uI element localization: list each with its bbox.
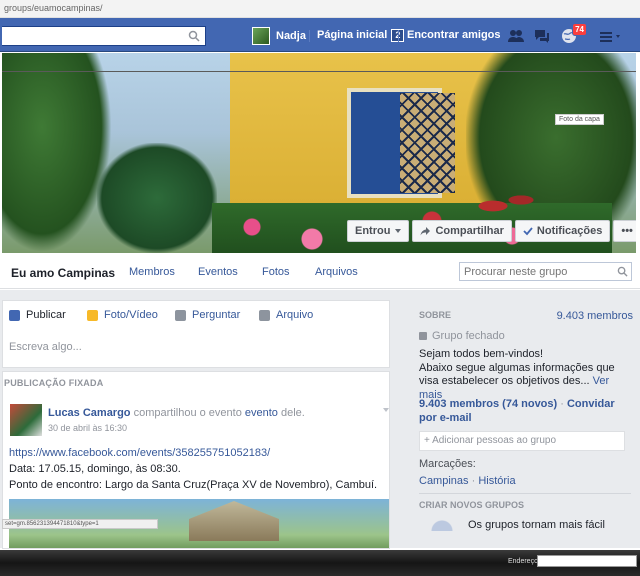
- description-line: Sejam todos bem-vindos!: [419, 348, 544, 360]
- group-name[interactable]: Eu amo Campinas: [11, 266, 115, 280]
- member-stats: 9.403 membros (74 novos) · Convidar por …: [419, 398, 615, 424]
- nav-divider: [309, 30, 310, 42]
- tab-events[interactable]: Eventos: [198, 266, 238, 278]
- create-groups-text: Os grupos tornam mais fácil: [468, 519, 605, 531]
- check-icon: [523, 227, 533, 236]
- more-icon: •••: [621, 225, 633, 237]
- joined-label: Entrou: [355, 225, 391, 237]
- joined-button[interactable]: Entrou: [347, 220, 410, 242]
- tab-files[interactable]: Arquivos: [315, 266, 358, 278]
- lock-icon: [419, 332, 427, 340]
- os-taskbar: Endereço: [0, 550, 640, 576]
- notifications-settings-button[interactable]: Notificações: [514, 220, 611, 242]
- post-action-text: compartilhou o evento: [133, 407, 242, 419]
- group-search-input[interactable]: [464, 265, 609, 278]
- member-count-link[interactable]: 9.403 membros: [557, 310, 633, 322]
- top-navigation-bar: Nadja Página inicial2 Encontrar amigos 7…: [0, 18, 640, 52]
- taskbar-address-input[interactable]: [537, 555, 637, 567]
- browser-url-bar[interactable]: groups/euamocampinas/: [0, 0, 640, 18]
- add-people-input[interactable]: + Adicionar pessoas ao grupo: [419, 431, 625, 451]
- tab-photos[interactable]: Fotos: [262, 266, 290, 278]
- cover-window-grille: [400, 93, 455, 193]
- new-members-link[interactable]: (74 novos): [502, 398, 557, 410]
- post-text-line: Data: 17.05.15, domingo, às 08:30.: [9, 463, 181, 475]
- tag-link[interactable]: História: [478, 475, 515, 487]
- notifications-count-badge: 74: [572, 23, 587, 36]
- cover-wire: [2, 71, 636, 72]
- user-name: Nadja: [276, 30, 306, 42]
- address-label: Endereço: [508, 558, 538, 565]
- post-timestamp[interactable]: 30 de abril às 16:30: [48, 423, 127, 433]
- file-icon: [259, 309, 270, 321]
- group-search-field[interactable]: [459, 262, 632, 281]
- composer-tab-photo-video[interactable]: Foto/Vídeo: [87, 309, 158, 321]
- group-description: Sejam todos bem-vindos! Abaixo segue alg…: [419, 348, 631, 402]
- tags-list: Campinas · História: [419, 475, 516, 487]
- pinned-section-label: PUBLICAÇÃO FIXADA: [4, 378, 104, 388]
- about-heading: SOBRE: [419, 310, 452, 320]
- privacy-label: Grupo fechado: [432, 330, 505, 342]
- cover-mushrooms: [472, 188, 542, 218]
- home-link[interactable]: Página inicial2: [317, 29, 405, 42]
- tab-members[interactable]: Membros: [129, 266, 175, 278]
- composer-tab-post-label: Publicar: [26, 309, 66, 321]
- find-friends-link[interactable]: Encontrar amigos: [407, 29, 501, 41]
- browser-status-bar: set=gm.85623139447181​0&type=1: [2, 519, 158, 529]
- composer-tab-post[interactable]: Publicar: [9, 309, 66, 321]
- search-icon[interactable]: [188, 30, 200, 42]
- question-icon: [175, 309, 186, 321]
- cover-photo[interactable]: Foto da capa Entrou Compartilhar Notific…: [2, 53, 636, 253]
- tag-link[interactable]: Campinas: [419, 475, 469, 487]
- cover-bush: [97, 143, 217, 253]
- messages-icon[interactable]: [533, 28, 551, 44]
- composer-tab-photo-video-label: Foto/Vídeo: [104, 309, 158, 321]
- nav-divider: [398, 30, 399, 42]
- group-about-sidebar: SOBRE 9.403 membros Grupo fechado Sejam …: [419, 300, 633, 531]
- post-header: Lucas Camargo compartilhou o evento even…: [48, 407, 305, 419]
- post-event-link[interactable]: evento: [245, 407, 278, 419]
- avatar[interactable]: [10, 404, 42, 436]
- avatar: [252, 27, 270, 45]
- members-link[interactable]: 9.403 membros: [419, 398, 499, 410]
- post-link[interactable]: https://www.facebook.com/events/35825575…: [9, 447, 270, 459]
- pencil-icon: [9, 309, 20, 321]
- search-icon[interactable]: [617, 266, 628, 277]
- photo-icon: [87, 309, 98, 321]
- notifications-settings-label: Notificações: [536, 225, 603, 237]
- post-author[interactable]: Lucas Camargo: [48, 407, 131, 419]
- chevron-down-icon[interactable]: [383, 408, 389, 412]
- home-label: Página inicial: [317, 29, 388, 41]
- chevron-down-icon: [395, 229, 402, 233]
- cover-photo-tooltip: Foto da capa: [555, 114, 604, 125]
- share-icon: [420, 227, 431, 236]
- groups-icon: [431, 517, 453, 531]
- global-search-input[interactable]: [2, 26, 206, 46]
- composer-tab-file[interactable]: Arquivo: [259, 309, 313, 321]
- group-tabs-bar: Eu amo Campinas Membros Eventos Fotos Ar…: [0, 255, 640, 289]
- composer-input[interactable]: Escreva algo...: [9, 341, 82, 353]
- url-text: groups/euamocampinas/: [4, 3, 103, 13]
- privacy-status: Grupo fechado: [419, 330, 505, 342]
- friends-icon[interactable]: [507, 28, 525, 44]
- more-options-button[interactable]: •••: [613, 220, 636, 242]
- composer-tab-ask-label: Perguntar: [192, 309, 241, 321]
- notifications-button[interactable]: 74: [560, 23, 587, 44]
- post-composer: Publicar Foto/Vídeo Perguntar Arquivo Es…: [2, 300, 390, 368]
- share-label: Compartilhar: [435, 225, 504, 237]
- composer-tab-file-label: Arquivo: [276, 309, 314, 321]
- divider: [419, 493, 631, 494]
- create-groups-heading: CRIAR NOVOS GRUPOS: [419, 500, 525, 510]
- share-button[interactable]: Compartilhar: [412, 220, 512, 242]
- description-line: Abaixo segue algumas informações que vis…: [419, 361, 615, 388]
- profile-link[interactable]: Nadja: [252, 26, 306, 46]
- settings-icon[interactable]: [598, 28, 624, 44]
- post-image-kiosk: [189, 501, 279, 541]
- cover-actions: Entrou Compartilhar Notificações •••: [347, 220, 636, 242]
- composer-tab-ask[interactable]: Perguntar: [175, 309, 240, 321]
- post-suffix: dele.: [280, 407, 305, 419]
- post-text-line: Ponto de encontro: Largo da Santa Cruz(P…: [9, 479, 378, 491]
- cover-tree-left: [2, 53, 112, 253]
- tags-heading: Marcações:: [419, 458, 476, 470]
